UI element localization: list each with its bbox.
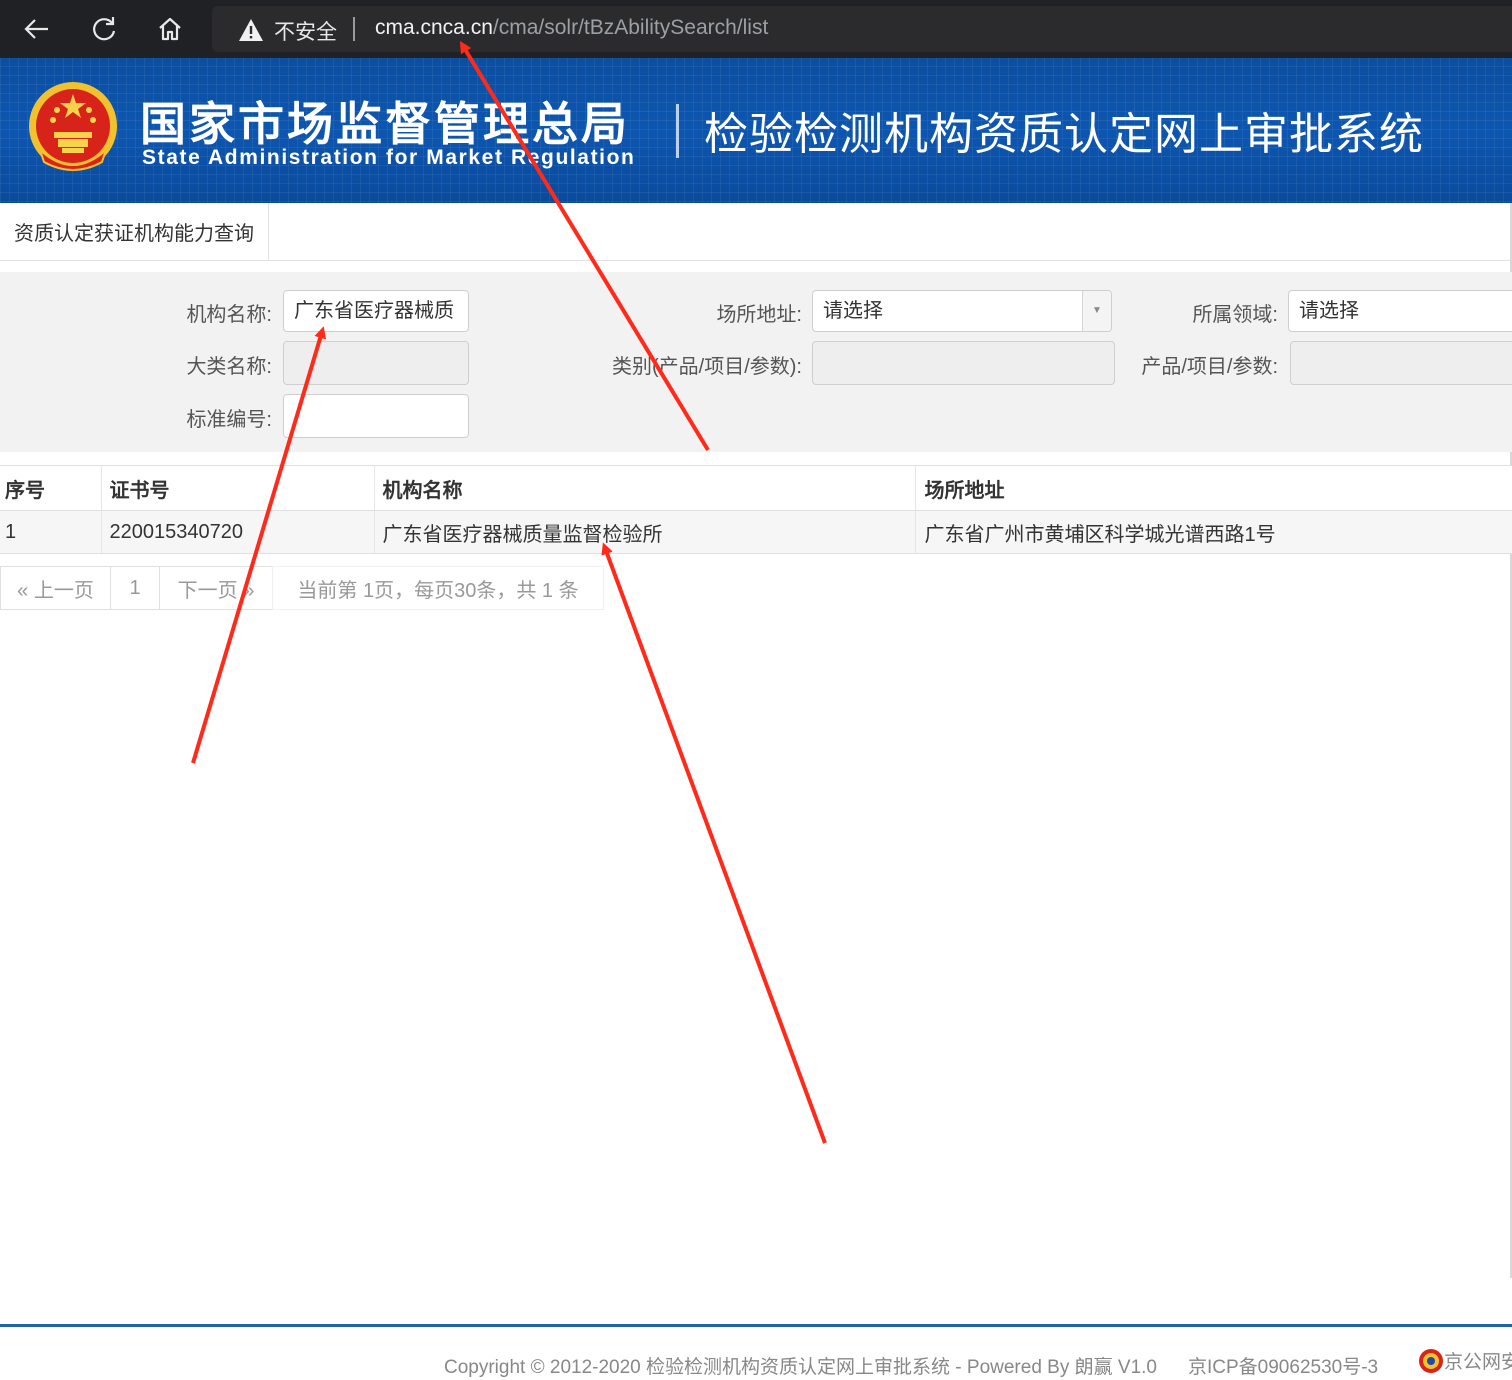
home-button[interactable] <box>149 8 191 50</box>
page-1-button[interactable]: 1 <box>110 566 160 610</box>
category-label: 类别(产品/项目/参数): <box>612 356 802 378</box>
search-form: 机构名称: 广东省医疗器械质 场所地址: 请选择 ▼ 所属领域: 请选择 大类名… <box>0 272 1512 452</box>
standard-no-input[interactable] <box>283 394 469 438</box>
product-label: 产品/项目/参数: <box>1141 356 1278 378</box>
system-title: 检验检测机构资质认定网上审批系统 <box>704 110 1424 159</box>
site-address-label: 场所地址: <box>716 304 802 326</box>
back-button[interactable] <box>16 8 58 50</box>
next-page-button[interactable]: 下一页 » <box>159 566 273 610</box>
table-row[interactable]: 1 220015340720 广东省医疗器械质量监督检验所 广东省广州市黄埔区科… <box>0 510 1512 554</box>
browser-toolbar: 不安全 cma.cnca.cn/cma/solr/tBzAbilitySearc… <box>0 0 1512 58</box>
pagination: « 上一页 1 下一页 » 当前第 1页，每页30条，共 1 条 <box>0 566 604 610</box>
dropdown-arrow-icon[interactable]: ▼ <box>1082 291 1111 331</box>
url-divider <box>353 17 355 41</box>
product-input[interactable] <box>1290 341 1512 385</box>
back-arrow-icon <box>24 19 48 39</box>
tab-ability-search[interactable]: 资质认定获证机构能力查询 <box>0 203 269 260</box>
home-icon <box>159 17 181 41</box>
prev-page-button[interactable]: « 上一页 <box>0 566 111 610</box>
annotation-arrow-result <box>601 542 827 1144</box>
org-name-input[interactable]: 广东省医疗器械质 <box>283 290 469 332</box>
header-divider <box>676 104 679 158</box>
results-table: 序号 证书号 机构名称 场所地址 1 220015340720 广东省医疗器械质… <box>0 465 1512 554</box>
url-host: cma.cnca.cn <box>375 16 493 39</box>
url-text[interactable]: cma.cnca.cn/cma/solr/tBzAbilitySearch/li… <box>375 16 768 40</box>
warning-icon <box>239 19 263 41</box>
police-record-link[interactable]: 京公网安 <box>1418 1347 1512 1374</box>
org-name-en: State Administration for Market Regulati… <box>142 146 636 169</box>
cell-index: 1 <box>0 510 102 554</box>
standard-no-label: 标准编号: <box>186 409 272 431</box>
table-header-row: 序号 证书号 机构名称 场所地址 <box>0 465 1512 511</box>
site-address-value: 请选择 <box>823 300 883 322</box>
copyright-text: Copyright © 2012-2020 检验检测机构资质认定网上审批系统 -… <box>444 1357 1157 1378</box>
major-category-label: 大类名称: <box>186 356 272 378</box>
address-bar[interactable]: 不安全 cma.cnca.cn/cma/solr/tBzAbilitySearc… <box>212 6 1512 52</box>
col-header-index[interactable]: 序号 <box>0 465 102 511</box>
field-select[interactable]: 请选择 <box>1288 290 1512 332</box>
url-path: /cma/solr/tBzAbilitySearch/list <box>492 16 769 39</box>
page-info: 当前第 1页，每页30条，共 1 条 <box>272 566 604 610</box>
national-emblem-icon <box>29 82 117 171</box>
col-header-org-name[interactable]: 机构名称 <box>374 465 916 511</box>
site-header: 国家市场监督管理总局 State Administration for Mark… <box>0 58 1512 203</box>
cell-address: 广东省广州市黄埔区科学城光谱西路1号 <box>915 510 1512 554</box>
field-label: 所属领域: <box>1192 304 1278 326</box>
reload-icon <box>93 17 116 41</box>
site-footer: Copyright © 2012-2020 检验检测机构资质认定网上审批系统 -… <box>0 1324 1512 1380</box>
col-header-cert-no[interactable]: 证书号 <box>101 465 375 511</box>
category-input[interactable] <box>812 341 1115 385</box>
col-header-address[interactable]: 场所地址 <box>915 465 1512 511</box>
major-category-input[interactable] <box>283 341 469 385</box>
reload-button[interactable] <box>83 8 125 50</box>
org-name-label: 机构名称: <box>186 304 272 326</box>
cell-cert-no: 220015340720 <box>101 510 375 554</box>
police-record-text: 京公网安 <box>1444 1352 1512 1373</box>
site-address-select[interactable]: 请选择 ▼ <box>812 290 1112 332</box>
tab-bar: 资质认定获证机构能力查询 <box>0 203 1510 261</box>
cell-org-name[interactable]: 广东省医疗器械质量监督检验所 <box>374 510 916 554</box>
icp-link[interactable]: 京ICP备09062530号-3 <box>1188 1352 1378 1379</box>
police-badge-icon <box>1419 1348 1443 1373</box>
security-label[interactable]: 不安全 <box>274 16 337 46</box>
org-name-cn: 国家市场监督管理总局 <box>140 98 630 150</box>
